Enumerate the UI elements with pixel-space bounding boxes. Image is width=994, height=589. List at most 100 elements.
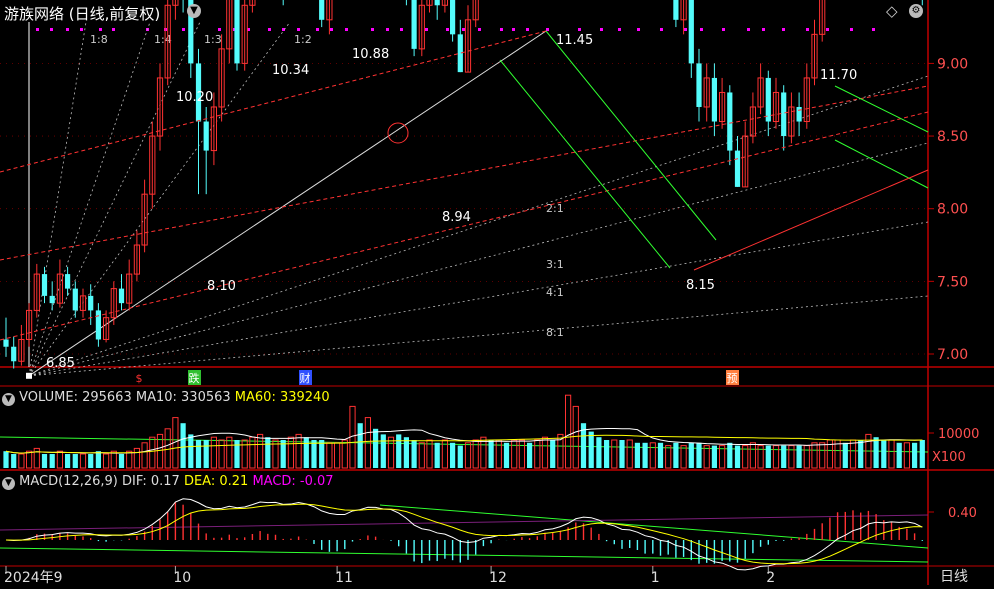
- volume-bar: [65, 454, 71, 468]
- gann-fan-label: 1:8: [90, 33, 108, 46]
- candle: [18, 324, 25, 366]
- candle-body: [41, 274, 48, 296]
- volume-bar: [711, 445, 717, 468]
- price-annotation: 10.88: [352, 47, 389, 62]
- volume-bar: [888, 439, 895, 469]
- candle: [95, 303, 101, 347]
- volume-bar: [511, 439, 518, 469]
- candle-body: [765, 77, 771, 122]
- volume-bar: [696, 442, 702, 468]
- marker-dot: [526, 28, 529, 31]
- candle-body: [319, 0, 325, 20]
- chevron-down-icon[interactable]: ▼: [187, 4, 201, 18]
- candle: [72, 281, 78, 318]
- volume-bar: [912, 442, 918, 468]
- candle-body: [696, 63, 702, 107]
- candle: [126, 259, 133, 311]
- volume-bar: [3, 451, 9, 468]
- marker-dot: [218, 28, 221, 31]
- x-tick-label: 11: [335, 570, 353, 585]
- green-flag-line: [834, 139, 929, 189]
- volume-bar: [95, 451, 101, 468]
- chart-title: 游族网络 (日线,前复权): [4, 5, 161, 23]
- candle: [819, 0, 826, 42]
- macd-trend-line: [0, 547, 929, 563]
- period-label[interactable]: 日线: [940, 566, 968, 586]
- candlestick-series[interactable]: [3, 0, 925, 369]
- volume-bar: [88, 454, 94, 468]
- volume-bar: [896, 442, 902, 468]
- price-annotation: 8.94: [442, 210, 471, 225]
- y-tick-label: 8.00: [937, 202, 968, 218]
- gann-fan-label: 4:1: [546, 286, 564, 299]
- candle-body: [203, 121, 209, 151]
- chevron-down-icon[interactable]: ▼: [2, 393, 15, 406]
- gear-icon[interactable]: ⚙: [909, 4, 923, 18]
- volume-bar: [649, 442, 656, 469]
- marker-dot: [782, 28, 785, 31]
- gann-fan-label: 1:3: [204, 33, 222, 46]
- candle: [203, 106, 209, 195]
- marker-dot: [806, 28, 809, 31]
- chevron-down-icon[interactable]: ▼: [2, 477, 15, 490]
- volume-bar: [803, 445, 810, 469]
- candle: [749, 92, 756, 144]
- event-marker: 预: [726, 370, 739, 385]
- marker-dot: [850, 28, 853, 31]
- volume-bar: [527, 442, 533, 468]
- marker-dot: [872, 28, 875, 31]
- marker-dot: [700, 28, 703, 31]
- volume-bar: [849, 439, 857, 469]
- x-tick-label: 12: [489, 570, 507, 585]
- volume-bar: [488, 440, 494, 468]
- volume-bar: [418, 442, 425, 469]
- y-tick-label: 8.50: [937, 129, 968, 145]
- volume-series[interactable]: 10000: [3, 394, 979, 469]
- volume-bar: [565, 394, 572, 469]
- gann-fan-line: [28, 21, 151, 376]
- candle: [772, 77, 780, 129]
- candle: [405, 0, 407, 6]
- chart-canvas[interactable]: 1:8 1:4 1:3 1:22:13:14:18:1 6.858.1010.2010…: [0, 0, 994, 586]
- candle: [803, 63, 810, 129]
- y-tick-label: 9.00: [937, 56, 968, 72]
- marker-dot: [50, 28, 53, 31]
- volume-bar: [411, 440, 417, 468]
- volume-bar: [218, 439, 225, 469]
- gann-fan-line: [28, 75, 929, 377]
- volume-bar: [133, 447, 141, 469]
- candle: [788, 92, 795, 144]
- gann-fan-line: [28, 21, 87, 376]
- y-tick-label: 7.00: [937, 347, 968, 363]
- volume-bar: [396, 434, 402, 468]
- volume-bar: [49, 454, 55, 468]
- marker-dot: [182, 28, 185, 31]
- volume-bar: [241, 439, 248, 469]
- marker-dot: [600, 28, 603, 31]
- stock-chart-window[interactable]: 1:8 1:4 1:3 1:2 2:1 3:1 4:1 8:1 6.85 8.10 10.20 10…: [0, 0, 994, 586]
- fan-origin-handle: [26, 372, 32, 379]
- marker-dot: [99, 28, 102, 31]
- grid-layer: [0, 0, 994, 585]
- price-annotation: 8.10: [207, 279, 236, 294]
- green-channel-line: [499, 59, 671, 269]
- volume-bar: [180, 423, 186, 468]
- volume-bar: [72, 454, 78, 468]
- volume-bar: [703, 445, 710, 469]
- candle: [472, 0, 479, 28]
- volume-bar: [126, 450, 133, 469]
- macd-series[interactable]: 0.40: [5, 498, 977, 571]
- volume-bar: [357, 423, 363, 468]
- diamond-icon[interactable]: ◇: [886, 2, 898, 20]
- candle-body: [711, 77, 717, 122]
- volume-bar: [373, 428, 379, 468]
- volume-bar: [203, 440, 209, 468]
- gann-fan-line: [28, 221, 929, 377]
- volume-bar: [464, 442, 472, 469]
- red-channel-mid: [0, 85, 929, 261]
- gann-fan-label: 3:1: [546, 258, 564, 271]
- volume-bar: [319, 440, 325, 468]
- candle: [719, 77, 726, 129]
- volume-bar: [781, 445, 787, 468]
- candle: [441, 0, 448, 13]
